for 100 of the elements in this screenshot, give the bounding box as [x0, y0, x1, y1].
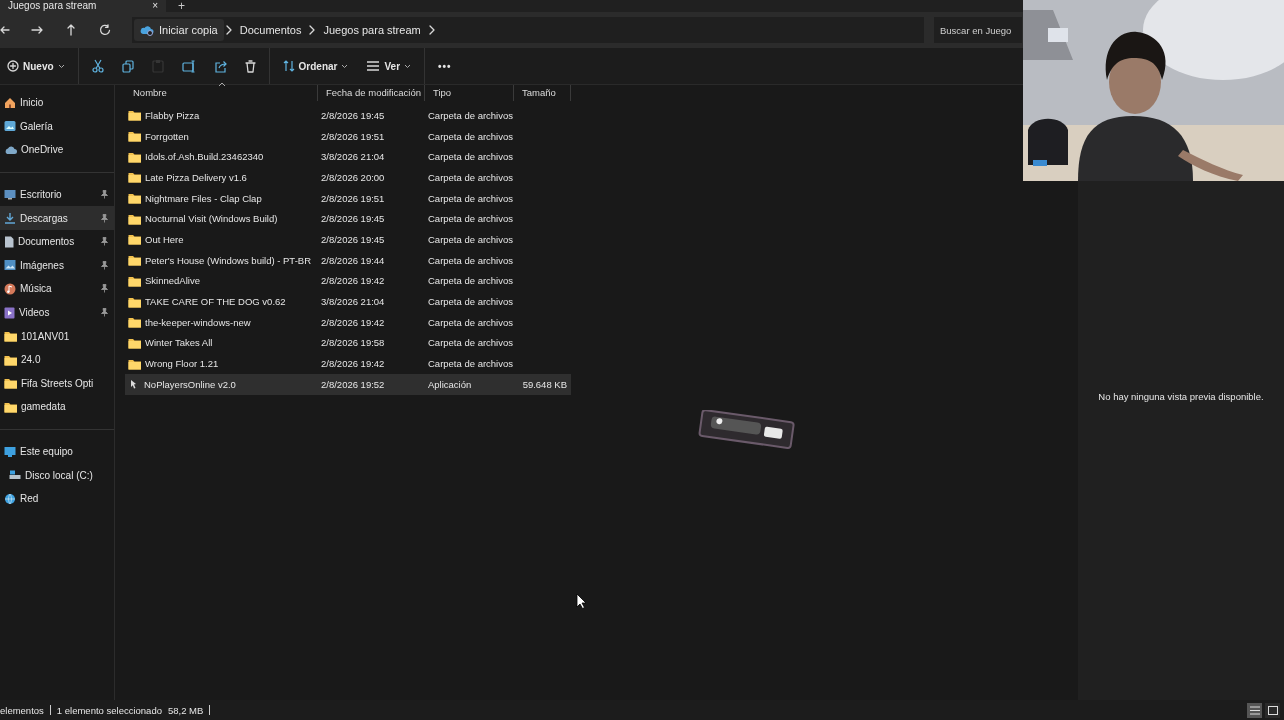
search-field[interactable]: Buscar en Juego	[934, 17, 1022, 43]
new-tab-button[interactable]: +	[178, 0, 185, 12]
folder-icon	[128, 150, 141, 163]
sidebar-item[interactable]: Este equipo	[0, 439, 114, 464]
chevron-icon	[428, 25, 435, 35]
size-cell-text: 59.648 KB	[521, 378, 568, 390]
folder-icon	[128, 316, 141, 329]
sidebar-item[interactable]: Disco local (C:)	[0, 463, 114, 487]
forward-icon	[31, 24, 43, 36]
breadcrumb[interactable]: Juegos para stream	[317, 19, 427, 41]
file-row[interactable]: Idols.of.Ash.Build.23462340 3/8/2026 21:04 Carpeta de archivos	[125, 146, 571, 168]
file-row[interactable]: TAKE CARE OF THE DOG v0.62 3/8/2026 21:04 Carpeta de archivos	[125, 291, 571, 312]
sidebar-item[interactable]: 101ANV01	[0, 324, 114, 348]
share-icon	[213, 59, 227, 73]
column-header[interactable]: Nombre	[125, 85, 318, 101]
file-name: Nightmare Files - Clap Clap	[145, 192, 262, 204]
file-row[interactable]: Out Here 2/8/2026 19:45 Carpeta de archivos	[125, 229, 571, 250]
sidebar-item[interactable]: gamedata	[0, 395, 114, 419]
file-name: the-keeper-windows-new	[145, 316, 251, 328]
column-header[interactable]: Tipo	[425, 85, 514, 101]
sidebar-item[interactable]: Inicio	[0, 91, 114, 115]
file-row[interactable]: Forrgotten 2/8/2026 19:51 Carpeta de archivos	[125, 125, 571, 147]
sidebar-item[interactable]: Fifa Streets Opti	[0, 371, 114, 396]
document-icon	[4, 235, 14, 248]
sidebar-item[interactable]: 24.0	[0, 347, 114, 372]
date-cell-text: 2/8/2026 19:45	[320, 233, 386, 245]
type-cell-text: Carpeta de archivos	[427, 337, 514, 349]
monitor-icon	[4, 445, 16, 458]
date-cell-text: 2/8/2026 20:00	[320, 171, 386, 183]
tab[interactable]: Juegos para stream ×	[0, 0, 166, 12]
sidebar-item[interactable]: Videos	[0, 300, 114, 325]
date-cell-text: 2/8/2026 19:45	[320, 213, 386, 225]
file-name: Winter Takes All	[145, 337, 213, 349]
cloud-icon	[140, 24, 154, 36]
type-cell-text: Carpeta de archivos	[427, 109, 514, 121]
preview-message: No hay ninguna vista previa disponible.	[1098, 391, 1264, 403]
trash-icon	[244, 59, 256, 73]
date-cell-text: 2/8/2026 19:51	[320, 192, 386, 204]
file-row[interactable]: Nocturnal Visit (Windows Build) 2/8/2026 19:45 Carpeta de archivos	[125, 208, 571, 230]
breadcrumb[interactable]: Documentos	[233, 19, 308, 41]
sidebar-item[interactable]: Imágenes	[0, 253, 114, 278]
sidebar-item[interactable]: Red	[0, 486, 114, 511]
folder-icon	[4, 330, 17, 343]
status-text: 1 elemento seleccionado	[56, 704, 162, 716]
file-row[interactable]: Wrong Floor 1.21 2/8/2026 19:42 Carpeta de archivos	[125, 353, 571, 374]
folder-icon	[128, 130, 141, 143]
file-row[interactable]: Winter Takes All 2/8/2026 19:58 Carpeta de archivos	[125, 332, 571, 354]
date-cell-text: 2/8/2026 19:45	[320, 109, 386, 121]
file-row[interactable]: NoPlayersOnline v2.0 2/8/2026 19:52 Aplicación 59.648 KB	[125, 373, 571, 395]
file-row[interactable]: Flabby Pizza 2/8/2026 19:45 Carpeta de archivos	[125, 105, 571, 126]
date-cell-text: 2/8/2026 19:42	[320, 358, 386, 370]
folder-icon	[128, 192, 141, 205]
folder-icon	[128, 295, 141, 308]
status-text: 58,2 MB	[167, 704, 204, 716]
type-cell-text: Aplicación	[427, 378, 473, 390]
type-cell-text: Carpeta de archivos	[427, 130, 514, 142]
view-button[interactable]: Ver	[359, 52, 419, 80]
folder-icon	[128, 233, 141, 246]
new-button[interactable]: Nuevo	[0, 52, 72, 80]
sidebar-item[interactable]: Música	[0, 277, 114, 301]
column-header[interactable]: Fecha de modificación	[318, 85, 425, 101]
file-row[interactable]: the-keeper-windows-new 2/8/2026 19:42 Carpeta de archivos	[125, 311, 571, 333]
folder-icon	[4, 377, 17, 390]
breadcrumb[interactable]: Iniciar copia	[134, 19, 224, 41]
download-icon	[4, 212, 16, 225]
file-row[interactable]: Nightmare Files - Clap Clap 2/8/2026 19:51 Carpeta de archivos	[125, 187, 571, 209]
desktop-icon	[4, 189, 16, 201]
sort-button[interactable]: Ordenar	[275, 52, 356, 80]
file-name: Wrong Floor 1.21	[145, 358, 219, 370]
close-button[interactable]: ×	[152, 1, 158, 11]
sidebar-item[interactable]: Documentos	[0, 229, 114, 254]
file-row[interactable]: SkinnedAlive 2/8/2026 19:42 Carpeta de archivos	[125, 270, 571, 292]
status-text: elementos	[0, 704, 44, 716]
file-name: Forrgotten	[145, 130, 189, 142]
sidebar-item[interactable]: Descargas	[0, 206, 114, 230]
folder-icon	[128, 254, 141, 267]
tiles-view-button[interactable]	[1265, 702, 1280, 718]
details-view-button[interactable]	[1247, 702, 1262, 718]
type-cell-text: Carpeta de archivos	[427, 296, 514, 308]
file-name: Idols.of.Ash.Build.23462340	[145, 151, 264, 163]
sidebar-item[interactable]: OneDrive	[0, 138, 114, 162]
date-cell-text: 2/8/2026 19:52	[320, 378, 386, 390]
more-button[interactable]: •••	[431, 52, 459, 80]
folder-icon	[128, 109, 141, 122]
address-bar[interactable]: Iniciar copia Documentos Juegos para stream	[132, 17, 924, 43]
type-cell-text: Carpeta de archivos	[427, 233, 514, 245]
sidebar-item[interactable]: Galería	[0, 114, 114, 139]
type-cell-text: Carpeta de archivos	[427, 316, 514, 328]
file-row[interactable]: Late Pizza Delivery v1.6 2/8/2026 20:00 Carpeta de archivos	[125, 167, 571, 188]
refresh-icon	[99, 24, 111, 36]
gallery-icon	[4, 120, 16, 133]
type-cell-text: Carpeta de archivos	[427, 151, 514, 163]
chevron-icon	[225, 25, 232, 35]
file-name: Out Here	[145, 233, 184, 245]
chevron-icon	[309, 25, 316, 35]
column-header[interactable]: Tamaño	[514, 85, 571, 101]
file-row[interactable]: Peter's House (Windows build) - PT-BR 2/8/2026 19:44 Carpeta de archivos	[125, 249, 571, 271]
sidebar-item[interactable]: Escritorio	[0, 182, 114, 207]
date-cell-text: 2/8/2026 19:42	[320, 316, 386, 328]
sort-caret-icon	[218, 82, 226, 87]
